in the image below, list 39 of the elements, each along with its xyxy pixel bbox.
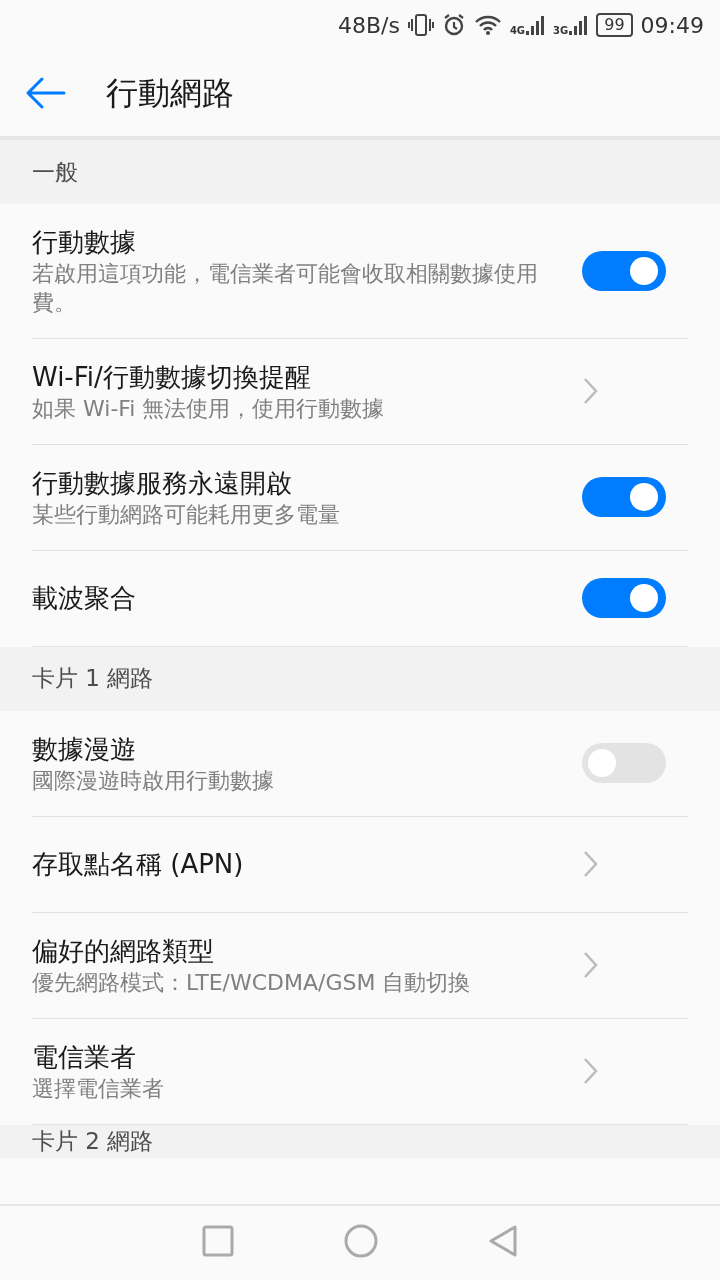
setting-title: 載波聚合 bbox=[32, 581, 137, 615]
signal-icon bbox=[525, 14, 546, 36]
chevron-icon bbox=[582, 951, 598, 979]
chevron-icon bbox=[582, 1057, 598, 1085]
setting-description: 選擇電信業者 bbox=[32, 1074, 165, 1103]
setting-title: 數據漫遊 bbox=[32, 732, 137, 766]
clock: 09:49 bbox=[640, 11, 704, 40]
setting-title: 存取點名稱 (APN) bbox=[32, 847, 245, 881]
setting-title: 行動數據 bbox=[32, 226, 137, 259]
setting-title: Wi-Fi/行動數據切換提醒 bbox=[32, 360, 312, 394]
setting-title: 行動數據服務永遠開啟 bbox=[32, 466, 293, 500]
setting-description: 優先網路模式：LTE/WCDMA/GSM 自動切換 bbox=[32, 968, 472, 997]
back-icon[interactable] bbox=[24, 76, 66, 110]
home-icon[interactable] bbox=[344, 1224, 378, 1258]
section-header: 一般 bbox=[0, 140, 720, 204]
setting-title: 偏好的網路類型 bbox=[32, 934, 215, 968]
section-header: 卡片 1 網路 bbox=[0, 646, 720, 711]
chevron-icon bbox=[582, 377, 598, 406]
page-title: 行動網路 bbox=[106, 73, 234, 114]
battery-indicator: 99 bbox=[596, 13, 633, 37]
toggle-switch[interactable] bbox=[582, 578, 666, 619]
setting-description: 國際漫遊時啟用行動數據 bbox=[32, 766, 275, 795]
toggle-switch[interactable] bbox=[582, 743, 666, 784]
back-icon[interactable] bbox=[488, 1224, 518, 1258]
recent-apps-icon[interactable] bbox=[202, 1225, 234, 1257]
network-type: 4G bbox=[509, 26, 526, 36]
network-type: 3G bbox=[553, 26, 569, 36]
setting-description: 若啟用這項功能，電信業者可能會收取相關數據使用費。 bbox=[32, 260, 539, 317]
setting-description: 某些行動網路可能耗用更多電量 bbox=[32, 500, 341, 529]
setting-title: 電信業者 bbox=[32, 1040, 137, 1074]
vibrate-icon bbox=[407, 13, 434, 37]
signal-icon bbox=[568, 14, 589, 36]
toggle-switch[interactable] bbox=[582, 477, 666, 518]
toggle-switch[interactable] bbox=[582, 250, 666, 291]
setting-description: 如果 Wi-Fi 無法使用，使用行動數據 bbox=[32, 394, 386, 423]
chevron-icon bbox=[582, 850, 598, 879]
network-speed: 48B/s bbox=[337, 11, 400, 40]
wifi-icon bbox=[473, 14, 502, 36]
section-header: 卡片 2 網路 bbox=[0, 1124, 720, 1158]
